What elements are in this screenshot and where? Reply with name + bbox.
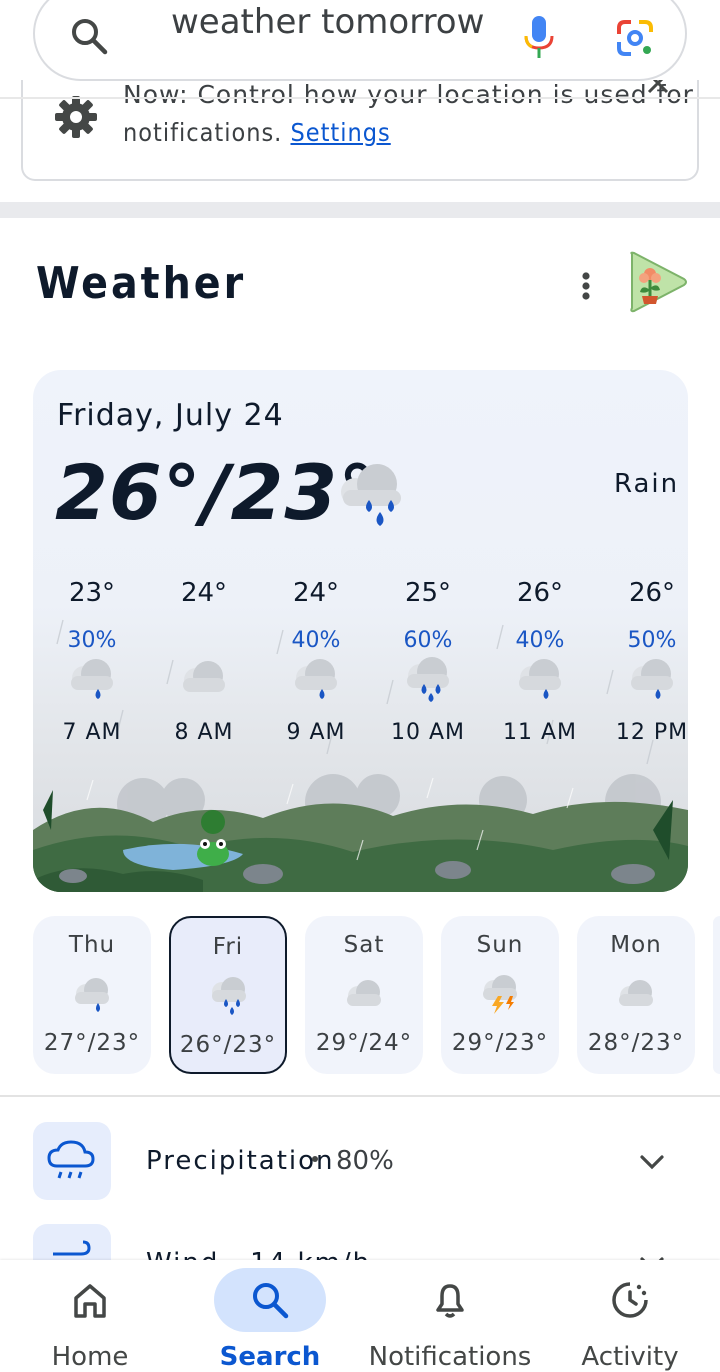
play-flower-icon [630, 251, 687, 313]
cloud-icon [342, 974, 386, 1018]
nav-home[interactable]: Home [0, 1260, 180, 1372]
daily-forecast-card-selected[interactable]: Fri 26°/23° [169, 916, 287, 1074]
cloud-icon [159, 656, 249, 706]
hourly-time: 7 AM [62, 720, 122, 745]
heavy-rain-cloud-icon [333, 456, 409, 536]
header-divider [0, 97, 720, 99]
lens-search-button[interactable] [613, 16, 657, 60]
more-vert-icon [582, 272, 590, 300]
temperature-range: 26°/23° [55, 448, 378, 537]
rain-cloud-icon [47, 656, 137, 706]
hourly-precip-chance [159, 628, 249, 656]
hourly-item: 24° 40% 9 AM [271, 578, 361, 745]
daily-forecast-card[interactable]: Sat 29°/24° [305, 916, 423, 1074]
search-icon [248, 1278, 292, 1326]
rain-cloud-icon [607, 656, 688, 706]
forecast-date: Friday, July 24 [57, 398, 284, 433]
day-name: Sun [476, 932, 524, 958]
day-name: Thu [68, 932, 116, 958]
more-options-button[interactable] [566, 268, 606, 308]
settings-link[interactable]: Settings [290, 118, 390, 147]
hourly-time: 12 PM [615, 720, 688, 745]
daily-forecast-card-partial[interactable] [713, 916, 720, 1074]
nav-label-activity: Activity [581, 1342, 679, 1372]
nav-notifications[interactable]: Notifications [360, 1260, 540, 1372]
weather-condition: Rain [614, 469, 680, 499]
day-name: Sat [343, 932, 385, 958]
precipitation-icon-box [33, 1122, 111, 1200]
weather-forecast-card[interactable]: Friday, July 24 26°/23° Rain 23° 30% 7 A… [33, 370, 688, 892]
separator-dot [312, 1156, 318, 1162]
expand-precipitation-button[interactable] [634, 1144, 670, 1180]
rain-cloud-outline-icon [47, 1140, 95, 1179]
hourly-temp: 24° [292, 578, 340, 608]
daily-forecast-card[interactable]: Sun 29°/23° [441, 916, 559, 1074]
hourly-item: 24° 8 AM [159, 578, 249, 745]
notice-message: notifications. [123, 118, 283, 147]
day-temp-range: 29°/24° [315, 1030, 413, 1056]
hourly-item: 26° 50% 12 PM [607, 578, 688, 745]
notice-text-cutoff: Now: Control how your location is used f… [123, 80, 694, 109]
daily-forecast-card[interactable]: Mon 28°/23° [577, 916, 695, 1074]
weather-title: Weather [36, 258, 247, 309]
search-input[interactable]: weather tomorrow [171, 2, 484, 42]
hourly-temp: 24° [180, 578, 228, 608]
hourly-time: 10 AM [390, 720, 466, 745]
hourly-item: 25° 60% 10 AM [383, 578, 473, 745]
location-notice-card: Now: Control how your location is used f… [21, 80, 699, 181]
hourly-item: 26° 40% 11 AM [495, 578, 585, 745]
weather-animation-play-button[interactable] [628, 250, 688, 314]
hourly-time: 8 AM [174, 720, 234, 745]
hourly-item: 23° 30% 7 AM [47, 578, 137, 745]
hourly-temp: 26° [516, 578, 564, 608]
settings-gear-icon [53, 94, 99, 144]
rain-cloud-icon [70, 974, 114, 1018]
hourly-precip-chance: 40% [291, 628, 341, 653]
hourly-precip-chance: 30% [67, 628, 117, 653]
daily-forecast-card[interactable]: Thu 27°/23° [33, 916, 151, 1074]
rainy-landscape-illustration [33, 774, 688, 892]
microphone-icon [524, 16, 554, 58]
home-icon [68, 1278, 112, 1326]
dismiss-notice-button[interactable] [641, 80, 675, 104]
hourly-temp: 26° [628, 578, 676, 608]
day-temp-range: 26°/23° [179, 1032, 277, 1058]
section-divider [0, 202, 720, 218]
day-temp-range: 28°/23° [587, 1030, 685, 1056]
bell-icon [428, 1278, 472, 1326]
thunderstorm-icon [478, 974, 522, 1018]
precipitation-label: Precipitation [146, 1146, 335, 1176]
nav-search[interactable]: Search [180, 1260, 360, 1372]
rain-cloud-icon [495, 656, 585, 706]
google-lens-icon [617, 20, 653, 56]
heavy-rain-cloud-icon [208, 976, 252, 1020]
day-temp-range: 27°/23° [43, 1030, 141, 1056]
day-name: Mon [610, 932, 662, 958]
cloud-icon [614, 974, 658, 1018]
chevron-down-icon [640, 1155, 664, 1170]
rain-cloud-icon [271, 656, 361, 706]
activity-icon [608, 1278, 652, 1326]
hourly-temp: 25° [404, 578, 452, 608]
nav-label-home: Home [51, 1342, 129, 1372]
search-icon [69, 16, 109, 60]
nav-label-search: Search [219, 1342, 321, 1372]
heavy-rain-cloud-icon [383, 656, 473, 706]
search-bar[interactable]: weather tomorrow [33, 0, 687, 81]
notice-text: notifications. Settings [123, 118, 391, 147]
hourly-temp: 23° [68, 578, 116, 608]
day-temp-range: 29°/23° [451, 1030, 549, 1056]
nav-label-notifications: Notifications [368, 1342, 532, 1372]
hourly-precip-chance: 40% [515, 628, 565, 653]
voice-search-button[interactable] [519, 14, 559, 62]
day-name: Fri [212, 934, 244, 960]
nav-activity[interactable]: Activity [540, 1260, 720, 1372]
hourly-time: 9 AM [286, 720, 346, 745]
hourly-precip-chance: 60% [403, 628, 453, 653]
bottom-navigation: Home Search Notifications Activity [0, 1260, 720, 1372]
hourly-time: 11 AM [502, 720, 578, 745]
hourly-precip-chance: 50% [627, 628, 677, 653]
precipitation-value: 80% [336, 1146, 394, 1176]
details-divider [0, 1095, 720, 1097]
